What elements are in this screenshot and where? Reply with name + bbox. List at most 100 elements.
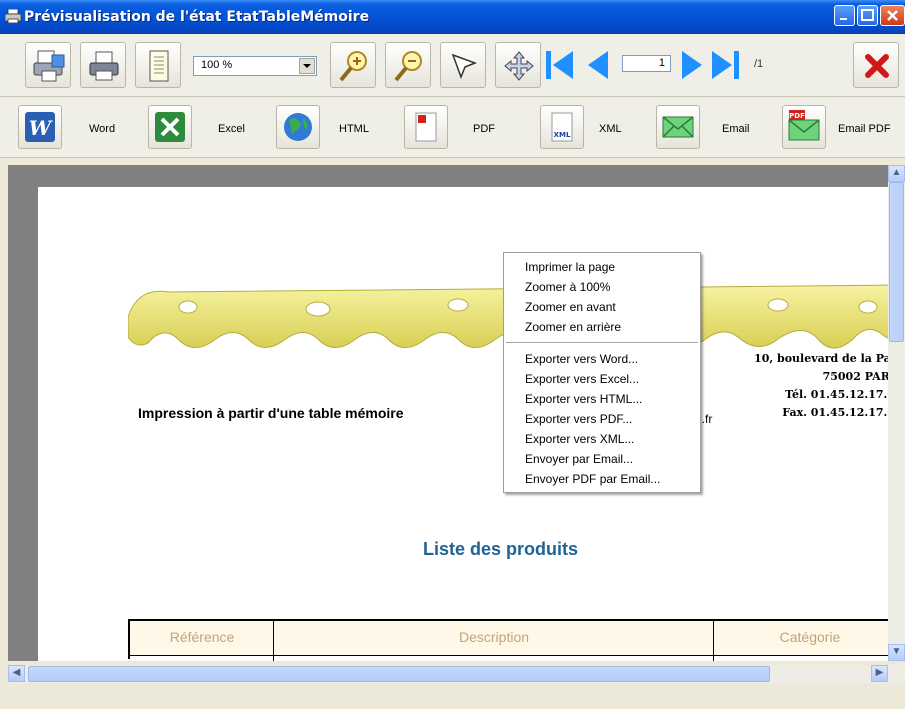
next-page-icon (682, 51, 702, 79)
email-pdf-icon: PDF (788, 110, 820, 141)
maximize-icon (861, 9, 874, 21)
svg-text:XML: XML (554, 131, 571, 139)
column-divider (273, 621, 274, 661)
close-icon (887, 10, 898, 21)
printer-icon (89, 51, 119, 81)
zoom-in-button[interactable] (330, 42, 376, 88)
address-line: Fax. 01.45.12.17.0 (782, 406, 895, 419)
title-bar[interactable]: Prévisualisation de l'état EtatTableMémo… (0, 0, 905, 34)
export-word-label: Word (89, 123, 116, 135)
zoom-out-button[interactable] (385, 42, 431, 88)
select-icon (451, 53, 478, 80)
export-email-pdf-label: Email PDF (838, 123, 891, 135)
menu-item-send-pdf-email[interactable]: Envoyer PDF par Email... (525, 472, 660, 486)
scroll-right-button[interactable]: ▶ (871, 665, 888, 682)
excel-icon (155, 112, 185, 142)
context-menu: Imprimer la page Zoomer à 100% Zoomer en… (503, 252, 701, 493)
word-icon: W (25, 112, 55, 142)
print-setup-button[interactable] (25, 42, 71, 88)
size-grip[interactable] (888, 665, 905, 683)
chevron-down-icon[interactable] (299, 58, 315, 74)
menu-item-export-xml[interactable]: Exporter vers XML... (525, 432, 634, 446)
svg-text:W: W (29, 116, 54, 140)
page-number-field[interactable]: 1 (622, 55, 671, 72)
close-window-button[interactable] (880, 5, 905, 26)
export-email-label: Email (722, 123, 750, 135)
page-view-icon (149, 50, 169, 82)
export-email-pdf-button[interactable]: PDF (782, 105, 826, 149)
close-icon (865, 54, 889, 78)
menu-item-zoom-in[interactable]: Zoomer en avant (525, 300, 616, 314)
menu-item-export-excel[interactable]: Exporter vers Excel... (525, 372, 639, 386)
next-page-button[interactable] (674, 48, 710, 82)
print-setup-icon (33, 50, 65, 82)
first-page-button[interactable] (543, 48, 579, 82)
page-current: 1 (658, 57, 665, 69)
preview-area[interactable]: 10, boulevard de la Pai 75002 PARI Tél. … (8, 165, 895, 661)
maximize-button[interactable] (857, 5, 878, 26)
column-header-category: Catégorie (779, 629, 841, 645)
zoom-in-icon (339, 51, 367, 82)
product-table: Référence Description Catégorie (128, 619, 895, 661)
select-button[interactable] (440, 42, 486, 88)
export-html-button[interactable] (276, 105, 320, 149)
menu-item-export-word[interactable]: Exporter vers Word... (525, 352, 638, 366)
envelope-icon (662, 116, 694, 138)
first-page-icon (546, 51, 573, 79)
report-page: 10, boulevard de la Pai 75002 PARI Tél. … (38, 187, 895, 661)
last-page-button[interactable] (708, 48, 744, 82)
zoom-value: 100 % (201, 59, 233, 71)
address-line: 10, boulevard de la Pai (754, 352, 895, 365)
export-excel-label: Excel (218, 123, 245, 135)
minimize-icon (840, 18, 847, 20)
column-header-reference: Référence (169, 629, 235, 645)
printer-icon (5, 9, 21, 23)
scroll-down-button[interactable]: ▼ (888, 644, 905, 661)
export-html-label: HTML (339, 123, 369, 135)
report-heading: Impression à partir d'une table mémoire (138, 405, 404, 421)
menu-item-send-email[interactable]: Envoyer par Email... (525, 452, 633, 466)
vertical-scrollbar[interactable]: ▲ ▼ (888, 165, 905, 661)
svg-text:PDF: PDF (789, 112, 805, 120)
vertical-scroll-thumb[interactable] (889, 182, 904, 342)
column-header-description: Description (458, 629, 530, 645)
menu-item-zoom-100[interactable]: Zoomer à 100% (525, 280, 610, 294)
window-title: Prévisualisation de l'état EtatTableMémo… (24, 9, 370, 25)
menu-item-print-page[interactable]: Imprimer la page (525, 260, 615, 274)
export-word-button[interactable]: W (18, 105, 62, 149)
print-button[interactable] (80, 42, 126, 88)
close-preview-button[interactable] (853, 42, 899, 88)
xml-icon: XML (551, 112, 573, 142)
address-line: Tél. 01.45.12.17.0 (785, 388, 895, 401)
last-page-icon (712, 51, 739, 79)
previous-page-button[interactable] (582, 48, 618, 82)
minimize-button[interactable] (834, 5, 855, 26)
menu-item-export-pdf[interactable]: Exporter vers PDF... (525, 412, 632, 426)
address-line: 75002 PARI (822, 370, 895, 383)
export-xml-button[interactable]: XML (540, 105, 584, 149)
scroll-left-button[interactable]: ◀ (8, 665, 25, 682)
export-pdf-button[interactable] (404, 105, 448, 149)
export-pdf-label: PDF (473, 123, 495, 135)
preview-window: Prévisualisation de l'état EtatTableMémo… (0, 0, 905, 709)
page-view-button[interactable] (135, 42, 181, 88)
company-address: 10, boulevard de la Pai 75002 PARI Tél. … (754, 350, 895, 422)
move-button[interactable] (495, 42, 541, 88)
export-email-button[interactable] (656, 105, 700, 149)
table-header-row: Référence Description Catégorie (130, 621, 895, 656)
website-fragment: i.fr (699, 412, 713, 426)
menu-item-zoom-out[interactable]: Zoomer en arrière (525, 320, 621, 334)
scroll-up-button[interactable]: ▲ (888, 165, 905, 182)
page-total: /1 (754, 58, 764, 70)
zoom-select[interactable]: 100 % (193, 56, 317, 76)
previous-page-icon (588, 51, 608, 79)
horizontal-scroll-thumb[interactable] (28, 666, 770, 682)
menu-item-export-html[interactable]: Exporter vers HTML... (525, 392, 642, 406)
menu-separator (506, 342, 698, 343)
main-toolbar: 100 % 1 /1 (0, 34, 905, 97)
list-title: Liste des produits (423, 539, 579, 559)
horizontal-scrollbar[interactable]: ◀ ▶ (8, 665, 888, 683)
column-divider (713, 621, 714, 661)
export-excel-button[interactable] (148, 105, 192, 149)
zoom-out-icon (394, 51, 422, 82)
